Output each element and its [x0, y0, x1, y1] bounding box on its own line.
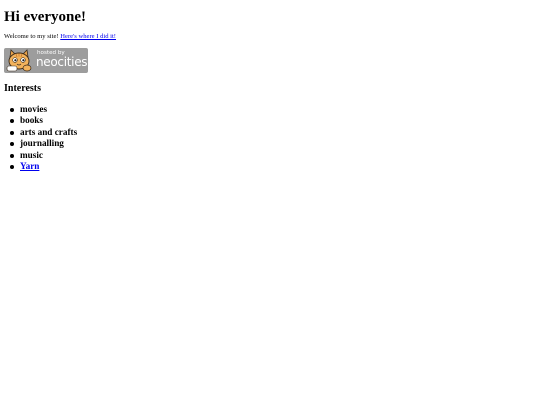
- list-item: music: [9, 149, 77, 161]
- welcome-text: Welcome to my site!: [4, 33, 59, 40]
- interest-movies: movies: [20, 104, 48, 114]
- hosted-by-neocities-badge[interactable]: hosted by neocities: [4, 48, 88, 73]
- badge-brand-text: neocities: [36, 55, 88, 69]
- interests-list: movies books arts and crafts journalling…: [4, 104, 77, 172]
- interest-journalling: journalling: [20, 138, 64, 149]
- interests-heading: Interests: [4, 83, 42, 94]
- interest-arts-and-crafts: arts and crafts: [20, 126, 78, 137]
- list-item: arts and crafts: [9, 126, 78, 138]
- list-item: Yarn: [9, 161, 77, 172]
- welcome-line: Welcome to my site! Here's where I did i…: [4, 33, 116, 40]
- list-item: movies: [9, 104, 77, 115]
- welcome-link[interactable]: Here's where I did it!: [60, 33, 116, 40]
- interest-music: music: [20, 149, 43, 160]
- interest-yarn-link[interactable]: Yarn: [20, 161, 39, 171]
- neocities-cat-icon: [5, 49, 35, 73]
- page-title: Hi everyone!: [4, 9, 87, 25]
- list-item: journalling: [9, 138, 77, 149]
- interest-books: books: [20, 115, 43, 126]
- list-item: books: [9, 115, 77, 126]
